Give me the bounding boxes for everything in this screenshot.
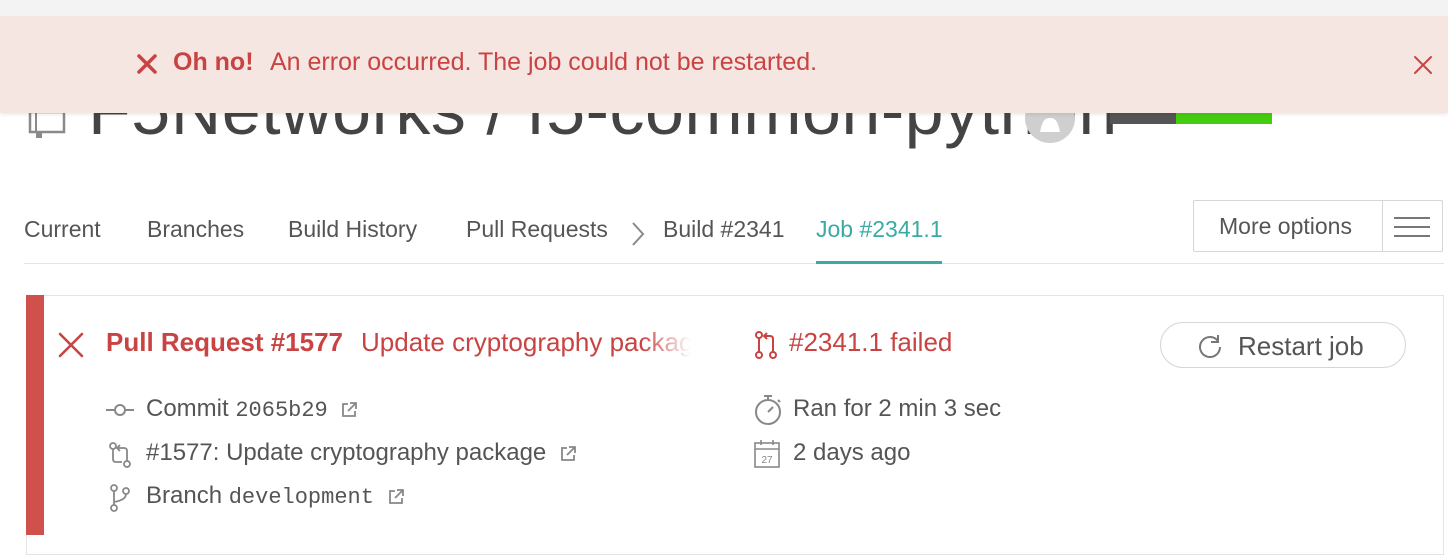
job-duration: Ran for 2 min 3 sec [793, 395, 1002, 422]
branch-icon [110, 484, 130, 512]
more-options-button[interactable]: More options [1193, 200, 1443, 252]
failed-icon [58, 332, 84, 358]
error-icon [137, 54, 157, 74]
tab-current[interactable]: Current [24, 216, 101, 243]
branch-label: Branch [146, 482, 223, 509]
flash-title: Oh no! [173, 48, 254, 76]
branch-row[interactable]: Branch development [146, 482, 405, 510]
calendar-icon: 27 [754, 440, 780, 468]
external-link-icon[interactable] [559, 445, 577, 463]
tabs-divider [24, 263, 1444, 264]
error-flash-banner: Oh no! An error occurred. The job could … [0, 16, 1448, 113]
pull-request-link-icon [109, 442, 131, 468]
flash-message: An error occurred. The job could not be … [270, 48, 818, 76]
commit-message: Update cryptography package [361, 327, 691, 357]
branch-name[interactable]: development [229, 485, 374, 510]
pull-request-icon [755, 331, 777, 359]
close-icon[interactable] [1412, 54, 1434, 76]
tab-build-history[interactable]: Build History [288, 216, 417, 243]
restart-job-button[interactable]: Restart job [1160, 322, 1406, 368]
pull-request-link[interactable]: #1577: Update cryptography package [146, 439, 546, 466]
restart-icon [1199, 335, 1221, 358]
chevron-right-icon [632, 222, 645, 246]
job-finished-at: 2 days ago [793, 439, 911, 466]
more-options-label: More options [1219, 213, 1352, 239]
commit-row[interactable]: Commit 2065b29 [146, 395, 358, 423]
pull-request-title[interactable]: Pull Request #1577 [106, 327, 343, 358]
job-state: #2341.1 failed [789, 327, 953, 357]
pull-request-link-row[interactable]: #1577: Update cryptography package [146, 439, 577, 467]
tab-job[interactable]: Job #2341.1 [816, 216, 943, 243]
tab-branches[interactable]: Branches [147, 216, 244, 243]
more-options-divider [1382, 201, 1383, 251]
tab-build[interactable]: Build #2341 [663, 216, 785, 243]
external-link-icon[interactable] [340, 401, 358, 419]
calendar-day: 27 [761, 455, 773, 466]
active-tab-indicator [816, 261, 942, 264]
stopwatch-icon [755, 395, 781, 425]
commit-label: Commit [146, 395, 229, 422]
failed-status-bar [26, 295, 44, 535]
hamburger-menu-icon [1394, 217, 1430, 237]
top-strip [0, 0, 1448, 16]
commit-icon [106, 404, 134, 416]
external-link-icon[interactable] [387, 488, 405, 506]
restart-job-label: Restart job [1238, 331, 1364, 361]
tab-pull-requests[interactable]: Pull Requests [466, 216, 608, 243]
commit-sha[interactable]: 2065b29 [235, 398, 327, 423]
